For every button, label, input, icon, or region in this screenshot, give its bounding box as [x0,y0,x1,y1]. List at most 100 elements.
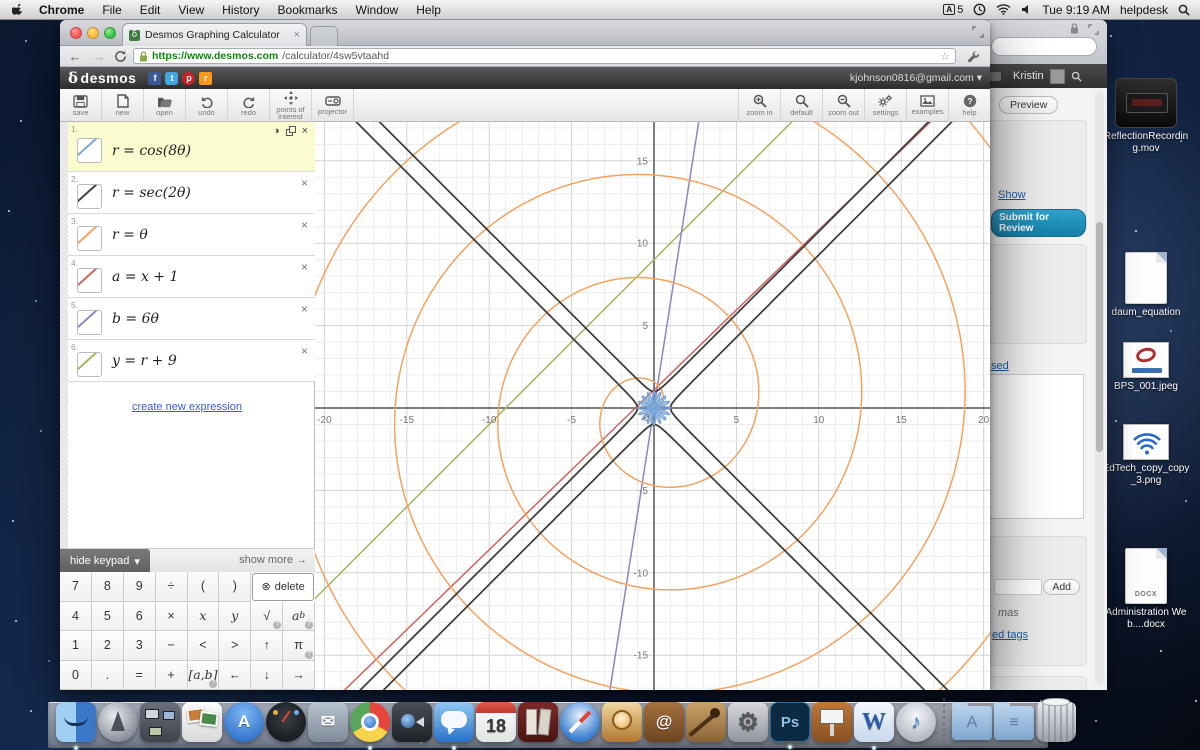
admin-user[interactable]: Kristin [1013,70,1044,82]
text-box[interactable] [988,374,1084,519]
contrast-icon[interactable]: ◑ [273,125,280,137]
dock-mail-icon[interactable]: ✉ [308,702,348,742]
dock-photo-booth-icon[interactable] [518,702,558,742]
key-5[interactable]: 5 [92,602,124,632]
delete-expression-icon[interactable]: × [301,218,308,232]
key-decimal[interactable]: . [92,661,124,691]
dock-keynote-icon[interactable] [812,702,852,742]
dock-mission-control-icon[interactable] [140,702,180,742]
key-sqrt[interactable]: √? [251,602,283,632]
key-equals[interactable]: = [124,661,156,691]
key-arrow-right[interactable]: → [283,661,315,691]
pinterest-icon[interactable]: p [182,72,195,85]
key-6[interactable]: 6 [124,602,156,632]
key-2[interactable]: 2 [92,631,124,661]
key-0[interactable]: 0 [60,661,92,691]
fullscreen-icon[interactable] [1088,24,1099,35]
delete-expression-icon[interactable]: × [302,125,308,137]
desmos-logo[interactable]: δdesmos [68,69,136,87]
menu-file[interactable]: File [102,3,121,17]
curve-color-swatch[interactable] [77,352,102,377]
dock-iphoto-icon[interactable] [602,702,642,742]
open-button[interactable]: open [144,89,186,122]
desktop-icon-bps-jpeg[interactable]: BPS_001.jpeg [1100,342,1192,393]
zoom-out-button[interactable]: zoom out [822,89,864,122]
new-button[interactable]: new [102,89,144,122]
key-3[interactable]: 3 [124,631,156,661]
dock-documents-folder-icon[interactable]: ≡ [994,706,1034,740]
wifi-icon[interactable] [996,4,1011,15]
show-link[interactable]: Show [998,189,1026,201]
key-minus[interactable]: − [156,631,188,661]
reload-button[interactable] [114,50,127,63]
browser-tab[interactable]: δ Desmos Graphing Calculator × [122,23,307,46]
key-4[interactable]: 4 [60,602,92,632]
key-greater-than[interactable]: > [219,631,251,661]
chrome-menu-button[interactable] [962,48,984,64]
dock-facetime-icon[interactable] [392,702,432,742]
back-omnibox[interactable] [991,37,1097,56]
menu-clock[interactable]: Tue 9:19 AM [1042,3,1110,17]
avatar[interactable] [1050,69,1065,84]
back-scrollbar[interactable] [1095,92,1104,684]
twitter-icon[interactable]: t [165,72,178,85]
close-window-button[interactable] [70,27,82,39]
duplicate-icon[interactable] [286,126,296,136]
delete-expression-icon[interactable]: × [301,344,308,358]
minimize-window-button[interactable] [87,27,99,39]
key-arrow-left[interactable]: ← [219,661,251,691]
admin-search-icon[interactable] [1071,71,1082,82]
tags-link[interactable]: ed tags [992,629,1028,641]
expression-latex[interactable]: y = r + 9 [112,353,177,369]
delete-expression-icon[interactable]: × [301,176,308,190]
key-delete[interactable]: ⊗delete [252,573,314,601]
key-arrow-up[interactable]: ↑ [251,631,283,661]
dock-messages-icon[interactable] [434,702,474,742]
examples-button[interactable]: examples [906,89,948,122]
desktop-icon-administration-docx[interactable]: DOCX Administration Web....docx [1100,548,1192,631]
key-8[interactable]: 8 [92,572,124,602]
dock-finder-icon[interactable] [56,702,96,742]
apple-menu-icon[interactable] [12,3,25,16]
expression-latex[interactable]: a = x + 1 [112,269,178,285]
forward-button[interactable]: → [90,49,108,64]
dock-dashboard-icon[interactable] [266,702,306,742]
settings-button[interactable]: settings [864,89,906,122]
dock-word-icon[interactable]: W [854,702,894,742]
menu-bookmarks[interactable]: Bookmarks [278,3,338,17]
desktop-icon-reflectionrecording[interactable]: ReflectionRecording.mov [1100,78,1192,155]
curve-color-swatch[interactable] [77,226,102,251]
curve-color-swatch[interactable] [77,138,102,163]
desktop-icon-daum-equation[interactable]: daum_equation [1100,252,1192,319]
graph-area[interactable]: -20-15-10-5510152015105-5-10-150 [315,122,990,690]
submit-for-review-button[interactable]: Submit for Review [991,209,1086,237]
key-1[interactable]: 1 [60,631,92,661]
spotlight-icon[interactable] [1178,4,1190,16]
dock-launchpad-icon[interactable] [98,702,138,742]
expression-row-4[interactable]: 4. a = x + 1 × [68,256,315,298]
used-link-fragment[interactable]: sed [991,360,1009,372]
dock-system-preferences-icon[interactable]: ⚙ [728,702,768,742]
key-power[interactable]: ab? [283,602,315,632]
menu-window[interactable]: Window [356,3,399,17]
hide-keypad-button[interactable]: hide keypad▾ [60,549,150,573]
key-pi[interactable]: π? [283,631,315,661]
key-plus[interactable]: + [156,661,188,691]
save-button[interactable]: save [60,89,102,122]
account-menu[interactable]: kjohnson0816@gmail.com ▾ [850,72,982,84]
key-arrow-down[interactable]: ↓ [251,661,283,691]
dock-garageband-icon[interactable] [686,702,726,742]
key-interval[interactable]: [a,b]? [188,661,220,691]
volume-icon[interactable] [1021,4,1032,15]
dock-trash-icon[interactable] [1036,702,1076,742]
dock-app-store-icon[interactable]: A [224,702,264,742]
comments-icon[interactable] [989,72,1001,81]
key-9[interactable]: 9 [124,572,156,602]
expression-row-6[interactable]: 6. y = r + 9 × [68,340,315,382]
key-less-than[interactable]: < [188,631,220,661]
rss-icon[interactable]: r [199,72,212,85]
zoom-in-button[interactable]: zoom in [738,89,780,122]
dock-calendar-icon[interactable]: 18 [476,702,516,742]
key-open-paren[interactable]: ( [188,572,220,602]
menu-edit[interactable]: Edit [140,3,161,17]
